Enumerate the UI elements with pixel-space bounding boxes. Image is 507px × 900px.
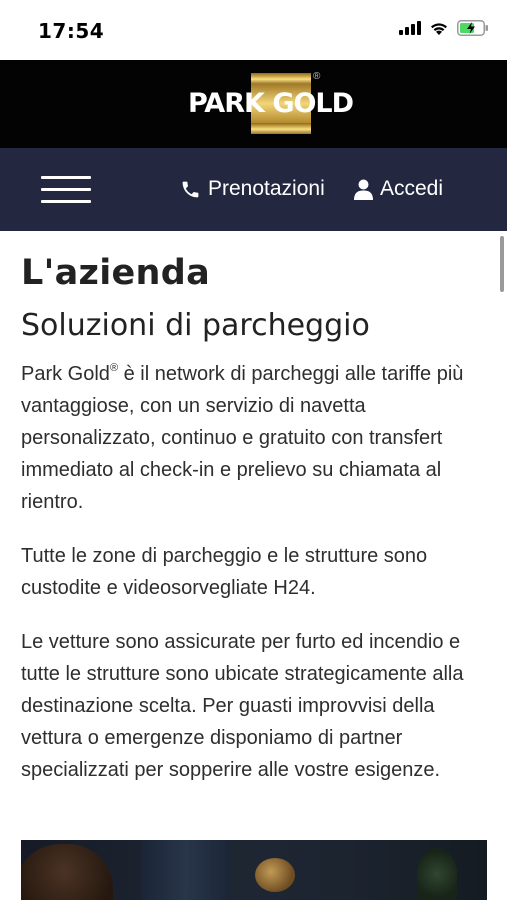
hamburger-line — [41, 176, 91, 179]
paragraph-intro: Park Gold® è il network di parcheggi all… — [21, 358, 483, 518]
photo-curtain — [141, 840, 231, 900]
paragraph-text: è il network di parcheggi alle tariffe p… — [21, 363, 464, 513]
page-title: L'azienda — [21, 253, 211, 293]
park-gold-logo[interactable]: PARK GOLD ® — [188, 71, 354, 135]
logo-gold-bar-bottom — [251, 123, 311, 134]
nav-link-prenotazioni[interactable]: Prenotazioni — [180, 175, 325, 203]
battery-charging-icon — [457, 20, 488, 36]
logo-trademark: ® — [313, 71, 321, 82]
hamburger-menu-icon[interactable] — [41, 176, 91, 204]
logo-gold-bar-top — [251, 73, 311, 84]
cellular-signal-icon — [399, 21, 421, 35]
hamburger-line — [41, 200, 91, 203]
registered-mark: ® — [109, 362, 119, 374]
photo-person-silhouette — [21, 844, 113, 900]
phone-icon — [182, 181, 199, 197]
photo-hair-bun — [255, 858, 295, 892]
paragraph-security: Tutte le zone di parcheggio e le struttu… — [21, 545, 428, 599]
paragraph-insurance: Le vetture sono assicurate per furto ed … — [21, 631, 464, 781]
brand-header: PARK GOLD ® — [0, 60, 507, 148]
status-time: 17:54 — [38, 19, 105, 43]
status-bar: 17:54 — [0, 0, 507, 60]
nav-link-label: Accedi — [380, 177, 444, 200]
scrollbar-thumb[interactable] — [500, 236, 504, 292]
logo-text: PARK GOLD — [188, 88, 354, 119]
status-icons — [399, 20, 489, 36]
page-subtitle: Soluzioni di parcheggio — [21, 308, 370, 343]
content-photo — [21, 840, 487, 900]
wifi-icon — [431, 22, 447, 35]
brand-name: Park Gold — [21, 363, 110, 385]
nav-link-accedi[interactable]: Accedi — [354, 175, 443, 203]
hamburger-line — [41, 188, 91, 191]
user-icon — [354, 179, 373, 200]
nav-bar: Prenotazioni Accedi — [0, 148, 507, 231]
nav-link-label: Prenotazioni — [208, 177, 325, 200]
photo-plant — [417, 848, 457, 900]
